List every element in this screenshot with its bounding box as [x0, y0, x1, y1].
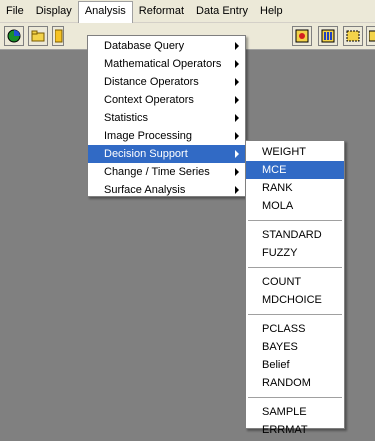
menu-item-decision-support[interactable]: Decision Support: [88, 145, 245, 163]
submenu-arrow-icon: [235, 96, 239, 104]
submenu-arrow-icon: [235, 114, 239, 122]
map-button[interactable]: [366, 26, 375, 46]
document-icon: [55, 29, 63, 43]
submenu-item-rank[interactable]: RANK: [246, 179, 344, 197]
document-button[interactable]: [52, 26, 64, 46]
submenu-item-weight[interactable]: WEIGHT: [246, 143, 344, 161]
map-icon: [369, 30, 375, 42]
menu-separator: [248, 314, 342, 315]
analysis-menu: Database Query Mathematical Operators Di…: [87, 35, 246, 197]
submenu-item-mdchoice[interactable]: MDCHOICE: [246, 291, 344, 309]
menu-file[interactable]: File: [0, 1, 30, 21]
menu-display[interactable]: Display: [30, 1, 78, 21]
submenu-item-errmat[interactable]: ERRMAT: [246, 421, 344, 439]
legend-icon: [321, 29, 335, 43]
menu-item-context-operators[interactable]: Context Operators: [88, 91, 245, 109]
menu-item-statistics[interactable]: Statistics: [88, 109, 245, 127]
layer-button[interactable]: [343, 26, 363, 46]
submenu-item-mola[interactable]: MOLA: [246, 197, 344, 215]
submenu-item-pclass[interactable]: PCLASS: [246, 320, 344, 338]
globe-icon: [7, 29, 21, 43]
submenu-item-bayes[interactable]: BAYES: [246, 338, 344, 356]
submenu-item-random[interactable]: RANDOM: [246, 374, 344, 392]
submenu-arrow-icon: [235, 60, 239, 68]
menu-item-surface-analysis[interactable]: Surface Analysis: [88, 181, 245, 199]
submenu-item-count[interactable]: COUNT: [246, 273, 344, 291]
folder-open-icon: [31, 30, 45, 42]
menu-separator: [248, 267, 342, 268]
decision-support-submenu: WEIGHT MCE RANK MOLA STANDARD FUZZY COUN…: [245, 140, 345, 436]
composer-button[interactable]: [292, 26, 312, 46]
submenu-arrow-icon: [235, 78, 239, 86]
submenu-arrow-icon: [235, 42, 239, 50]
menu-data-entry[interactable]: Data Entry: [190, 1, 254, 21]
menu-help[interactable]: Help: [254, 1, 289, 21]
submenu-arrow-icon: [235, 132, 239, 140]
submenu-arrow-icon: [235, 150, 239, 158]
submenu-arrow-icon: [235, 168, 239, 176]
menu-item-database-query[interactable]: Database Query: [88, 37, 245, 55]
submenu-item-standard[interactable]: STANDARD: [246, 226, 344, 244]
submenu-item-mce[interactable]: MCE: [246, 161, 344, 179]
menu-item-distance-operators[interactable]: Distance Operators: [88, 73, 245, 91]
globe-button[interactable]: [4, 26, 24, 46]
open-button[interactable]: [28, 26, 48, 46]
submenu-item-sample[interactable]: SAMPLE: [246, 403, 344, 421]
submenu-arrow-icon: [235, 186, 239, 194]
menu-item-image-processing[interactable]: Image Processing: [88, 127, 245, 145]
menu-bar: File Display Analysis Reformat Data Entr…: [0, 0, 375, 23]
menu-item-mathematical-operators[interactable]: Mathematical Operators: [88, 55, 245, 73]
layer-icon: [346, 30, 360, 42]
menu-reformat[interactable]: Reformat: [133, 1, 190, 21]
submenu-item-fuzzy[interactable]: FUZZY: [246, 244, 344, 262]
menu-analysis[interactable]: Analysis: [77, 0, 133, 23]
menu-item-change-time-series[interactable]: Change / Time Series: [88, 163, 245, 181]
menu-separator: [248, 220, 342, 221]
submenu-item-belief[interactable]: Belief: [246, 356, 344, 374]
menu-separator: [248, 397, 342, 398]
legend-button[interactable]: [318, 26, 338, 46]
composer-icon: [295, 29, 309, 43]
